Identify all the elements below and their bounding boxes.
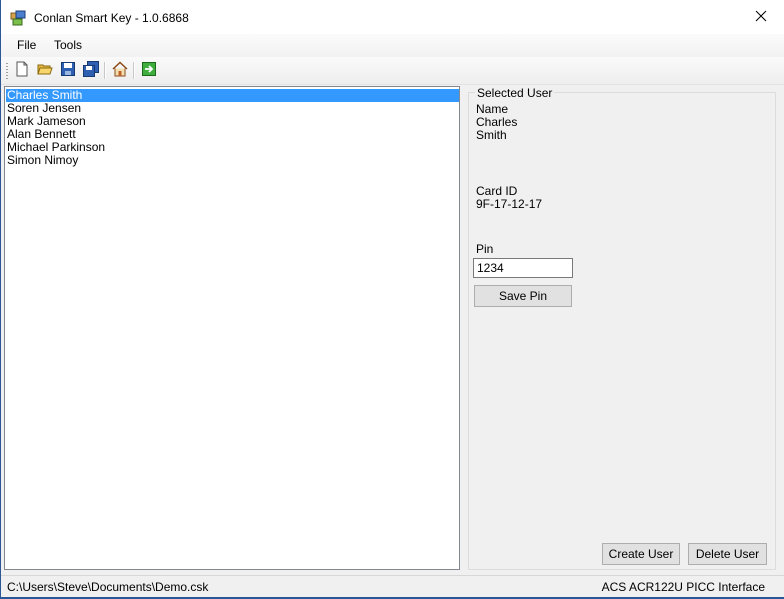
toolbar-grip[interactable] [6, 63, 8, 79]
toolbar-separator [133, 62, 135, 79]
main-window: Conlan Smart Key - 1.0.6868 File Tools C… [0, 0, 784, 599]
app-window-icon [10, 10, 26, 26]
card-id-value: 9F-17-12-17 [476, 197, 543, 211]
exit-arrow-icon [141, 61, 157, 80]
toolbar-separator [104, 62, 106, 79]
menu-file[interactable]: File [17, 38, 36, 52]
menu-bar: File Tools [1, 34, 784, 57]
selected-user-group [468, 92, 776, 570]
create-user-button[interactable]: Create User [602, 543, 680, 565]
open-button[interactable] [36, 61, 54, 79]
last-name-value: Smith [476, 128, 507, 142]
save-pin-button[interactable]: Save Pin [474, 285, 572, 307]
save-button[interactable] [59, 61, 77, 79]
title-bar[interactable]: Conlan Smart Key - 1.0.6868 [1, 0, 784, 34]
list-item[interactable]: Simon Nimoy [6, 154, 78, 167]
new-file-button[interactable] [13, 61, 31, 79]
toolbar [1, 57, 784, 85]
name-label: Name [476, 102, 509, 116]
home-icon [112, 60, 128, 80]
group-legend: Selected User [475, 86, 555, 100]
save-icon [60, 61, 76, 80]
new-file-icon [14, 61, 30, 80]
menu-tools[interactable]: Tools [54, 38, 82, 52]
open-folder-icon [37, 61, 53, 80]
home-button[interactable] [111, 60, 129, 80]
status-file-path: C:\Users\Steve\Documents\Demo.csk [7, 580, 209, 594]
exit-button[interactable] [140, 61, 158, 79]
first-name-value: Charles [476, 115, 518, 129]
delete-user-button[interactable]: Delete User [688, 543, 767, 565]
card-id-label: Card ID [476, 184, 518, 198]
status-bar: C:\Users\Steve\Documents\Demo.csk ACS AC… [1, 575, 784, 598]
user-listbox[interactable]: Charles Smith Soren Jensen Mark Jameson … [4, 86, 460, 570]
close-button[interactable] [738, 0, 784, 34]
window-title: Conlan Smart Key - 1.0.6868 [34, 11, 189, 25]
save-all-icon [83, 60, 99, 80]
close-icon [755, 10, 767, 25]
pin-input[interactable] [473, 258, 573, 278]
pin-label: Pin [476, 242, 494, 256]
save-all-button[interactable] [82, 60, 100, 80]
status-reader: ACS ACR122U PICC Interface [601, 580, 765, 594]
